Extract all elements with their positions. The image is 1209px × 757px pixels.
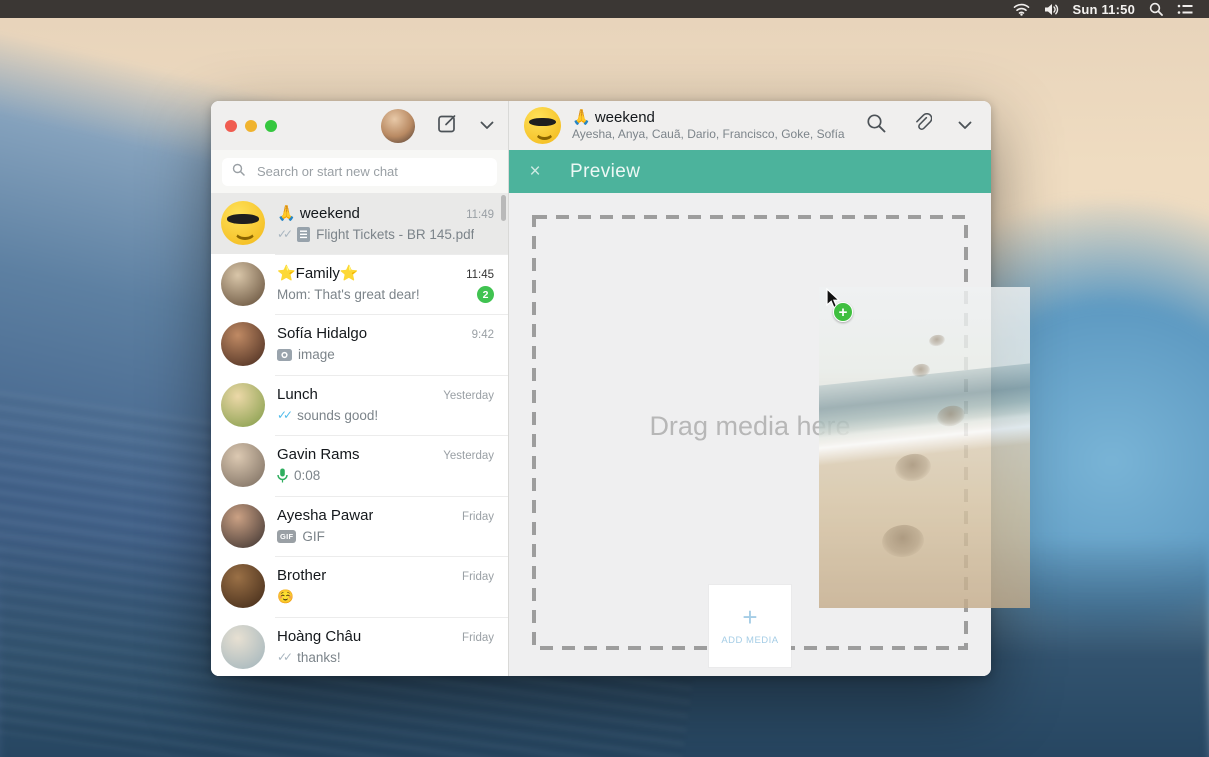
chat-name: 🙏 weekend: [277, 204, 360, 222]
window-controls: [225, 120, 277, 132]
chat-avatar: [221, 443, 265, 487]
chat-time: 11:49: [460, 209, 494, 221]
chat-time: Yesterday: [437, 390, 494, 402]
chat-preview: sounds good!: [297, 408, 378, 423]
message-status-ticks-icon: ✓✓: [277, 650, 289, 664]
chat-name: Sofía Hidalgo: [277, 325, 367, 342]
sidebar: 🙏 weekend 11:49 ✓✓ Flight Tickets - BR 1…: [211, 101, 509, 676]
gif-badge-icon: GIF: [277, 530, 296, 543]
sidebar-header: [211, 101, 508, 150]
chat-time: Friday: [456, 511, 494, 523]
chat-list-item[interactable]: ⭐Family⭐ 11:45 Mom: That's great dear! 2: [211, 254, 508, 315]
sidebar-scrollbar[interactable]: [501, 195, 506, 221]
chat-name: Lunch: [277, 386, 318, 403]
chat-avatar: [221, 201, 265, 245]
volume-icon[interactable]: [1044, 3, 1059, 16]
chat-list-item[interactable]: Ayesha Pawar Friday GIF GIF: [211, 496, 508, 557]
chat-name: Brother: [277, 567, 326, 584]
chevron-down-icon[interactable]: [958, 117, 972, 135]
new-chat-icon[interactable]: [437, 113, 458, 139]
paperclip-icon[interactable]: [912, 113, 932, 138]
search-input[interactable]: [257, 164, 487, 179]
chat-list-item[interactable]: Sofía Hidalgo 9:42 image: [211, 314, 508, 375]
chat-participants: Ayesha, Anya, Cauã, Dario, Francisco, Go…: [572, 127, 845, 142]
chat-name: Gavin Rams: [277, 446, 360, 463]
close-window-button[interactable]: [225, 120, 237, 132]
dragged-image[interactable]: [819, 287, 1030, 608]
chat-list-item[interactable]: Brother Friday ☺️: [211, 556, 508, 617]
chat-header-avatar[interactable]: [524, 107, 561, 144]
preview-bar: × Preview: [509, 150, 991, 193]
chat-preview: GIF: [302, 529, 325, 544]
notification-center-icon[interactable]: [1177, 3, 1193, 16]
chat-time: Friday: [456, 571, 494, 583]
wifi-icon[interactable]: [1013, 3, 1030, 16]
plus-icon: +: [742, 607, 757, 627]
mouse-cursor: +: [826, 288, 841, 314]
chat-list: 🙏 weekend 11:49 ✓✓ Flight Tickets - BR 1…: [211, 193, 508, 676]
chat-avatar: [221, 625, 265, 669]
chat-list-item[interactable]: Lunch Yesterday ✓✓ sounds good!: [211, 375, 508, 436]
chat-name: ⭐Family⭐: [277, 264, 359, 282]
chat-preview: Mom: That's great dear!: [277, 287, 420, 302]
close-preview-icon[interactable]: ×: [524, 161, 546, 183]
chat-preview: image: [298, 347, 335, 362]
chat-list-item[interactable]: Gavin Rams Yesterday 0:08: [211, 435, 508, 496]
minimize-window-button[interactable]: [245, 120, 257, 132]
chat-list-item[interactable]: Hoàng Châu Friday ✓✓ thanks!: [211, 617, 508, 677]
drag-add-badge-icon: +: [833, 302, 853, 322]
zoom-window-button[interactable]: [265, 120, 277, 132]
chat-name: Ayesha Pawar: [277, 507, 373, 524]
search-box[interactable]: [222, 158, 497, 186]
spotlight-search-icon[interactable]: [1149, 2, 1163, 16]
chat-avatar: [221, 262, 265, 306]
camera-icon: [277, 349, 292, 361]
chat-name: Hoàng Châu: [277, 628, 361, 645]
chat-preview: Flight Tickets - BR 145.pdf: [316, 227, 474, 242]
chat-preview: 0:08: [294, 468, 320, 483]
chat-preview: ☺️: [277, 589, 294, 605]
document-icon: [297, 227, 310, 242]
desktop-wallpaper: Sun 11:50: [0, 0, 1209, 757]
chat-title: 🙏 weekend: [572, 109, 845, 127]
chat-time: 9:42: [466, 329, 494, 341]
menu-bar: Sun 11:50: [0, 0, 1209, 18]
chat-list-item[interactable]: 🙏 weekend 11:49 ✓✓ Flight Tickets - BR 1…: [211, 193, 508, 254]
chat-time: Friday: [456, 632, 494, 644]
chevron-down-icon[interactable]: [480, 117, 494, 135]
preview-title: Preview: [570, 161, 640, 183]
chat-time: Yesterday: [437, 450, 494, 462]
chat-preview: thanks!: [297, 650, 341, 665]
menu-bar-clock[interactable]: Sun 11:50: [1073, 2, 1136, 17]
chat-avatar: [221, 504, 265, 548]
chat-avatar: [221, 564, 265, 608]
chat-avatar: [221, 383, 265, 427]
search-icon: [232, 163, 245, 181]
add-media-button[interactable]: + ADD MEDIA: [709, 585, 791, 667]
chat-avatar: [221, 322, 265, 366]
search-strip: [211, 150, 508, 193]
mic-icon: [277, 468, 288, 483]
chat-time: 11:45: [460, 269, 494, 281]
message-status-ticks-icon: ✓✓: [277, 408, 289, 422]
unread-badge: 2: [477, 286, 494, 303]
chat-header: 🙏 weekend Ayesha, Anya, Cauã, Dario, Fra…: [509, 101, 991, 150]
add-media-label: ADD MEDIA: [721, 635, 778, 646]
user-profile-avatar[interactable]: [381, 109, 415, 143]
message-status-ticks-icon: ✓✓: [277, 227, 289, 241]
search-icon[interactable]: [866, 113, 886, 138]
